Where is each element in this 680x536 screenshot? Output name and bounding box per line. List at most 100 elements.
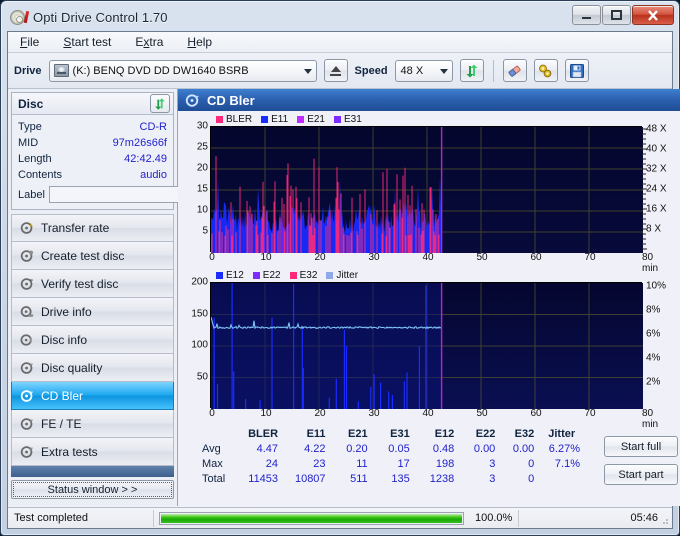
sidebar-item-disc-quality[interactable]: Disc quality [11,354,174,382]
legend-swatch [289,272,297,279]
stats-area: BLER E11 E21 E31 E12 E22 E32 Jitter Avg [180,426,678,486]
speed-select[interactable]: 48 X [394,59,453,82]
progress-percent: 100.0% [475,512,513,524]
disc-panel-title: Disc [18,96,44,111]
close-button[interactable] [632,5,674,25]
menu-start-test[interactable]: Start test [59,33,115,51]
ytick: 30 [196,120,208,132]
sidebar-item-verify-test-disc[interactable]: Verify test disc [11,270,174,298]
sidebar-item-extra-tests[interactable]: Extra tests [11,438,174,466]
legend-swatch [261,116,269,123]
xtick: 10 [260,408,272,419]
chart-e12-plot [210,282,643,409]
chart-e12-yaxis: 200 150 100 50 [180,277,210,408]
charts-area: BLER E11 E21 E31 30 25 20 15 10 5 48 X 4… [178,111,680,486]
xtick: 40 [422,408,434,419]
xtick: 50 [476,408,488,419]
progress-bar [159,511,464,525]
disc-refresh-button[interactable] [150,94,170,113]
xtick: 10 [260,252,272,263]
start-part-button[interactable]: Start part [604,464,678,485]
start-full-button[interactable]: Start full [604,436,678,457]
status-message: Test completed [14,512,88,524]
resize-grip-icon [663,519,668,524]
minimize-button[interactable] [572,5,601,25]
jitter-tick: 2% [646,376,661,388]
extra-tests-icon [20,445,33,458]
legend-item-e22: E22 [252,270,281,281]
sidebar-item-fe-te[interactable]: FE / TE [11,410,174,438]
xtick: 60 [530,408,542,419]
legend-label: BLER [226,114,253,125]
refresh-button[interactable] [459,59,484,82]
disc-row-value: 97m26s66f [112,137,167,149]
jitter-tick: 6% [646,328,661,340]
drive-select[interactable]: (K:) BENQ DVD DD DW1640 BSRB [48,59,317,82]
xtick: 50 [476,252,488,263]
tools-button[interactable] [533,59,558,82]
sidebar-item-create-test-disc[interactable]: Create test disc [11,242,174,270]
legend-label: Jitter [336,270,359,281]
body: Disc Type CD-R MID 97m26s66f Length 42:4… [8,89,680,506]
sidebar-item-drive-info[interactable]: Drive info [11,298,174,326]
legend-item-e31: E31 [333,114,362,125]
disc-panel: Disc Type CD-R MID 97m26s66f Length 42:4… [11,92,248,210]
cell: 198 [435,457,455,470]
toolbar: Drive (K:) BENQ DVD DD DW1640 BSRB Speed… [8,53,672,89]
speed-tick: 48 X [646,123,667,135]
xtick: 20 [314,252,326,263]
disc-row: Length 42:42.49 [18,151,167,167]
status-window-button[interactable]: Status window > > [11,480,174,499]
menu-file[interactable]: FFileile [16,33,43,51]
xtick: 70 [584,408,596,419]
app-icon [10,9,30,26]
disc-quality-icon [20,361,33,374]
cd-bler-icon [185,93,199,107]
sidebar-item-cd-bler[interactable]: CD Bler [11,382,174,410]
chart-e12-right-axis: 10% 8% 6% 4% 2% [642,281,678,408]
legend-item-e32: E32 [289,270,317,281]
sidebar: Disc Type CD-R MID 97m26s66f Length 42:4… [8,89,248,506]
xtick: 30 [368,408,380,419]
chart-bler-legend: BLER E11 E21 E31 [180,113,678,126]
xtick: 0 [209,252,215,263]
col-header: E22 [475,427,496,440]
sidebar-item-label: CD Bler [41,388,84,403]
sidebar-item-transfer-rate[interactable]: Transfer rate [11,214,174,242]
cell: 511 [350,472,368,485]
col-header: E32 [514,427,535,440]
legend-item-e12: E12 [216,270,244,281]
cell: 0.20 [346,442,368,455]
menu-help[interactable]: Help [183,33,216,51]
eraser-icon [508,65,521,77]
ytick: 10 [196,204,208,216]
ytick: 15 [196,183,208,195]
eject-button[interactable] [323,59,348,82]
chart-e12-plotwrap: 200 150 100 50 10% 8% 6% 4% 2% [180,277,678,409]
table-row: Max 24 23 11 17 198 3 0 7.1% [200,456,586,471]
app-window: Opti Drive Control 1.70 FFileile Start t… [0,0,680,536]
xtick: 0 [209,408,215,419]
menu-extra[interactable]: Extra [131,33,167,51]
cell: 10807 [294,472,326,485]
sidebar-item-disc-info[interactable]: Disc info [11,326,174,354]
save-button[interactable] [564,59,589,82]
drive-info-icon [20,305,34,317]
optical-drive-icon [53,64,69,77]
speed-tick: 16 X [646,203,667,215]
legend-item-jitter: Jitter [326,270,358,281]
ytick: 50 [196,371,208,382]
col-header: BLER [248,427,279,440]
table-header-row: BLER E11 E21 E31 E12 E22 E32 Jitter [200,426,586,441]
jitter-tick: 8% [646,304,661,316]
erase-button[interactable] [502,59,527,82]
chart-e12-xaxis: 0 10 20 30 40 50 60 70 80 min [209,408,678,430]
chart-bler-plot [210,126,643,253]
row-label: Total [202,472,226,485]
maximize-button[interactable] [602,5,631,25]
refresh-icon [155,97,165,110]
legend-item-e11: E11 [261,114,288,125]
main-panel: CD Bler BLER E11 E21 E31 30 25 20 15 10 … [178,89,680,506]
disc-row-value: audio [140,169,167,181]
legend-swatch [216,272,223,279]
